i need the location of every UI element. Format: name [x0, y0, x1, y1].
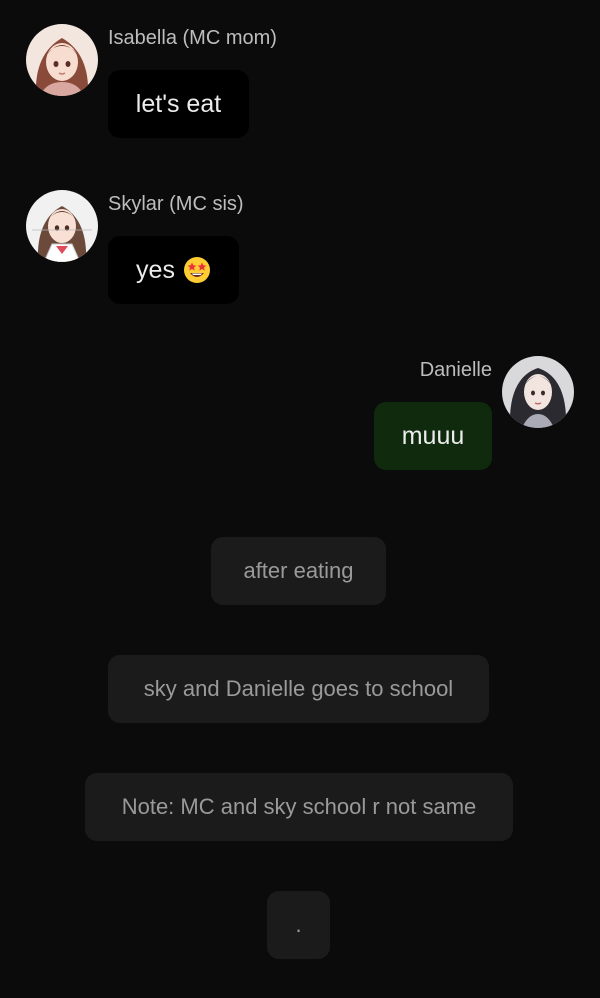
- skylar-avatar[interactable]: [26, 190, 98, 262]
- narration-bubble[interactable]: .: [267, 891, 330, 959]
- sender-name: Skylar (MC sis): [108, 193, 244, 215]
- narration-text: sky and Danielle goes to school: [143, 676, 454, 701]
- danielle-avatar[interactable]: [502, 356, 574, 428]
- narration-bubble[interactable]: sky and Danielle goes to school: [108, 655, 489, 723]
- sender-name: Isabella (MC mom): [108, 27, 277, 49]
- narration-bubble[interactable]: Note: MC and sky school r not same: [85, 773, 513, 841]
- message-bubble[interactable]: muuu: [374, 402, 492, 470]
- star-struck-emoji-icon: [183, 256, 211, 284]
- sender-name: Danielle: [419, 359, 492, 381]
- message-bubble[interactable]: yes: [108, 236, 239, 304]
- narration-text: Note: MC and sky school r not same: [121, 794, 477, 819]
- message-bubble[interactable]: let's eat: [108, 70, 249, 138]
- narration-text: after eating: [243, 558, 354, 583]
- message-text: muuu: [401, 421, 465, 450]
- narration-text: .: [295, 912, 302, 937]
- message-text: yes: [136, 255, 175, 284]
- isabella-avatar[interactable]: [26, 24, 98, 96]
- message-text: let's eat: [135, 89, 222, 118]
- chat-screen: Isabella (MC mom) let's eat Skylar (MC s…: [0, 0, 600, 998]
- narration-bubble[interactable]: after eating: [211, 537, 386, 605]
